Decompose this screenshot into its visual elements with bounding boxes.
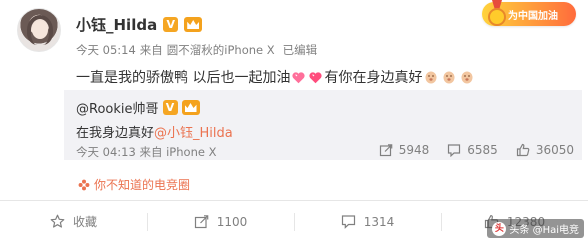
verified-badge-icon: V: [162, 100, 178, 115]
repost-meta: 今天 04:13 来自 iPhone X: [76, 144, 216, 160]
repost-stats: 5948 6585 36050: [379, 143, 574, 157]
repost-stat-comments[interactable]: 6585: [447, 143, 498, 157]
face-icon: [460, 70, 474, 84]
mention-link[interactable]: @小钰_Hilda: [154, 126, 233, 141]
post-text: 一直是我的骄傲鸭 以后也一起加油 有你在身边真好: [76, 67, 476, 87]
topic-link[interactable]: 你不知道的电竞圈: [78, 176, 190, 193]
comment-icon: [341, 214, 356, 229]
repost-stat-likes[interactable]: 36050: [516, 143, 574, 157]
watermark: 头 头条 @Hai电竞: [487, 219, 584, 238]
repost-text: 在我身边真好@小钰_Hilda: [76, 122, 233, 141]
post-text-part1: 一直是我的骄傲鸭 以后也一起加油: [76, 70, 291, 86]
thumbs-up-icon: [516, 143, 530, 157]
comment-count: 6585: [467, 143, 498, 157]
favorite-label: 收藏: [72, 215, 97, 229]
star-icon: [50, 214, 65, 229]
repost-count: 5948: [398, 143, 430, 157]
face-icon: [442, 70, 456, 84]
repost-source-prefix: 来自: [139, 145, 163, 159]
repost-stat-reposts[interactable]: 5948: [379, 143, 430, 157]
topic-label: 你不知道的电竞圈: [94, 178, 191, 192]
repost-card[interactable]: @Rookie帅哥 V 在我身边真好@小钰_Hilda 今天 04:13 来自 …: [64, 90, 582, 160]
repost-action-count: 1100: [216, 214, 248, 229]
favorite-button[interactable]: 收藏: [0, 201, 147, 242]
comment-button[interactable]: 1314: [294, 201, 441, 242]
heart-icon: [291, 71, 306, 84]
repost-author[interactable]: @Rookie帅哥: [76, 98, 159, 117]
verified-badge-icon: V: [163, 17, 179, 32]
avatar[interactable]: [17, 8, 61, 52]
watermark-text: 头条 @Hai电竞: [509, 225, 579, 236]
post-time[interactable]: 今天 05:14: [76, 42, 136, 58]
crown-icon: [181, 100, 200, 115]
share-icon: [194, 214, 209, 229]
edited-label[interactable]: 已编辑: [283, 42, 318, 58]
post-source: 圆不溜秋的iPhone X: [166, 43, 275, 57]
author-row: 小钰_Hilda V: [76, 14, 203, 35]
repost-author-row: @Rookie帅哥 V: [76, 98, 200, 117]
source-prefix: 来自: [139, 43, 163, 57]
comment-action-count: 1314: [363, 214, 395, 229]
share-icon: [379, 143, 393, 157]
repost-source: iPhone X: [166, 145, 217, 159]
watermark-logo-icon: 头: [492, 221, 507, 236]
repost-time[interactable]: 今天 04:13: [76, 145, 136, 159]
medal-icon: [486, 0, 508, 26]
weibo-post: 小钰_Hilda V 为中国加油 今天 05:14 来自 圆不溜秋的iPhone…: [0, 0, 588, 242]
post-meta: 今天 05:14 来自 圆不溜秋的iPhone X 已编辑: [76, 42, 317, 58]
promo-text: 为中国加油: [508, 11, 558, 22]
post-text-part2: 有你在身边真好: [324, 70, 423, 86]
heart-icon: [308, 71, 323, 84]
repost-button[interactable]: 1100: [147, 201, 294, 242]
repost-body: 在我身边真好: [76, 126, 155, 141]
promo-banner[interactable]: 为中国加油: [482, 0, 576, 26]
comment-icon: [447, 143, 461, 157]
flower-icon: [78, 179, 90, 191]
face-icon: [424, 70, 438, 84]
like-count: 36050: [535, 143, 574, 157]
author-username[interactable]: 小钰_Hilda: [76, 14, 157, 35]
crown-icon: [184, 17, 203, 32]
avatar-face: [32, 21, 48, 39]
